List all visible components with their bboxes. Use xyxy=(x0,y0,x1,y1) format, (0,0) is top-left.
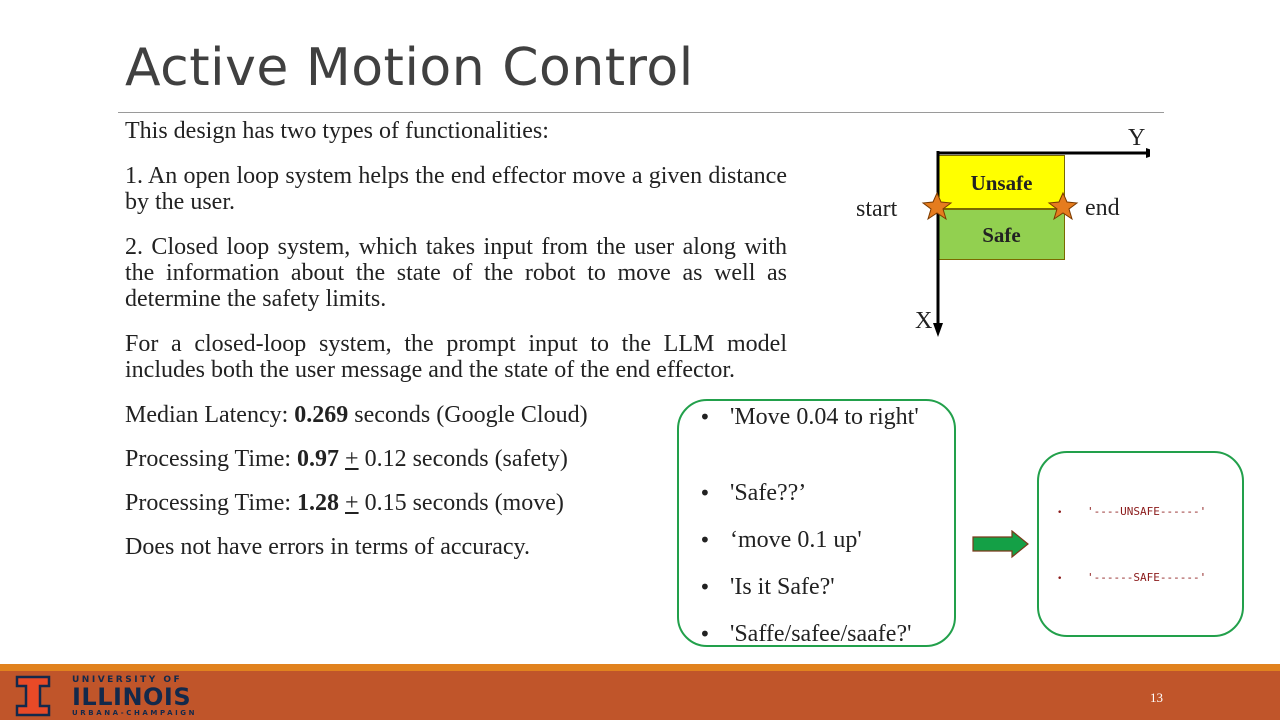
plus-minus-icon: + xyxy=(345,490,359,516)
page-number: 13 xyxy=(1150,690,1163,705)
latency-label: Median Latency: xyxy=(125,402,295,428)
right-arrow-icon xyxy=(972,530,1029,559)
prompt-item: • 'Safe??’ xyxy=(699,479,939,507)
y-axis-label: Y xyxy=(1128,125,1146,151)
end-star-icon xyxy=(1047,191,1079,221)
x-axis-arrowhead-icon xyxy=(933,323,943,337)
end-label: end xyxy=(1085,195,1120,221)
latency-unit: seconds (Google Cloud) xyxy=(348,402,588,428)
title-divider xyxy=(118,112,1164,113)
prompt-text: 'Is it Safe?' xyxy=(730,574,835,600)
bullet-icon: • xyxy=(699,405,711,429)
x-axis-label: X xyxy=(915,308,933,334)
university-logo: UNIVERSITY OF ILLINOIS URBANA-CHAMPAIGN xyxy=(72,672,197,717)
point-closed-loop-prompt: For a closed-loop system, the prompt inp… xyxy=(125,331,787,383)
prompt-text: 'Saffe/safee/saafe?' xyxy=(730,621,912,647)
logo-line-3: URBANA-CHAMPAIGN xyxy=(72,709,198,717)
proc-safety-value: 0.97 xyxy=(297,446,340,472)
point-open-loop: 1. An open loop system helps the end eff… xyxy=(125,163,787,215)
bullet-icon: • xyxy=(1057,508,1063,518)
proc-safety-unit: 0.12 seconds (safety) xyxy=(358,446,568,472)
bullet-icon: • xyxy=(699,481,711,505)
intro-text: This design has two types of functionali… xyxy=(125,118,549,144)
illinois-block-i-icon xyxy=(15,675,51,717)
prompt-item: • ‘move 0.1 up' xyxy=(699,526,939,554)
start-label: start xyxy=(856,196,898,222)
user-prompts-bubble: • 'Move 0.04 to right' • 'Safe??’ • ‘move 0… xyxy=(677,399,956,647)
proc-move-unit: 0.15 seconds (move) xyxy=(358,490,564,516)
latency-value: 0.269 xyxy=(294,402,349,428)
logo-line-2: ILLINOIS xyxy=(72,683,192,711)
bullet-icon: • xyxy=(699,622,711,646)
bullet-icon: • xyxy=(699,575,711,599)
y-axis-arrowhead-icon xyxy=(1146,148,1150,158)
axes-svg xyxy=(921,148,1150,337)
slide-title: Active Motion Control xyxy=(125,38,694,98)
point-closed-loop: 2. Closed loop system, which takes input… xyxy=(125,234,787,312)
proc-move-value: 1.28 xyxy=(297,490,340,516)
response-text: '------SAFE------' xyxy=(1087,571,1207,584)
prompt-item: • 'Is it Safe?' xyxy=(699,573,939,601)
prompt-text: 'Safe??’ xyxy=(730,480,807,506)
response-text: '----UNSAFE------' xyxy=(1087,505,1207,518)
response-item: • '----UNSAFE------' xyxy=(1057,505,1206,518)
bullet-icon: • xyxy=(699,528,711,552)
motion-diagram: Unsafe Safe Y X start end xyxy=(850,125,1150,345)
prompt-item: • 'Saffe/safee/saafe?' xyxy=(699,620,939,648)
prompt-text: ‘move 0.1 up' xyxy=(730,527,862,553)
proc-safety-label: Processing Time: xyxy=(125,446,298,472)
plus-minus-icon: + xyxy=(345,446,359,472)
prompt-item: • 'Move 0.04 to right' xyxy=(699,403,939,431)
prompt-text: 'Move 0.04 to right' xyxy=(730,404,919,430)
model-responses-bubble: • '----UNSAFE------' • '------SAFE------' xyxy=(1037,451,1244,637)
footer-accent-bar xyxy=(0,664,1280,671)
response-item: • '------SAFE------' xyxy=(1057,571,1206,584)
bullet-icon: • xyxy=(1057,574,1063,584)
proc-move-label: Processing Time: xyxy=(125,490,298,516)
